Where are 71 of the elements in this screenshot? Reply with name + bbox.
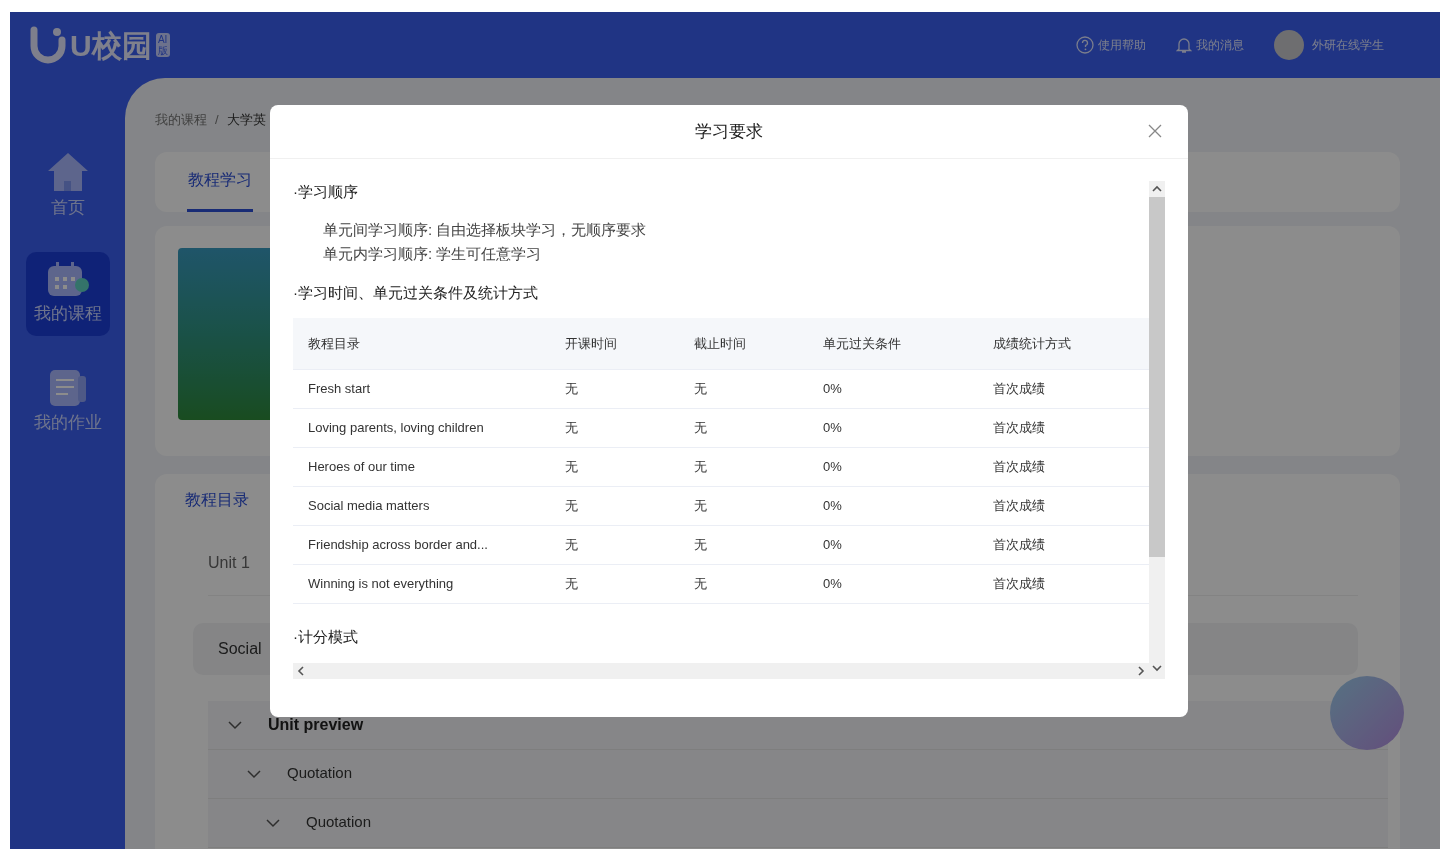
logo-text: U校园 xyxy=(70,27,152,64)
avatar[interactable] xyxy=(1274,30,1304,60)
sidebar-item[interactable]: 我的课程 xyxy=(25,252,110,336)
column-header: 成绩统计方式 xyxy=(993,334,1072,353)
table-cell-text: Fresh start xyxy=(308,380,372,399)
table-cell-text: 无 xyxy=(565,575,579,594)
section-heading: ·学习顺序 xyxy=(293,182,359,202)
table-cell-text: 0% xyxy=(823,419,843,438)
table-cell-text: 无 xyxy=(694,380,708,399)
requirement-text: 单元内学习顺序: 学生可任意学习 xyxy=(322,243,543,264)
chevron-down-icon[interactable] xyxy=(247,768,261,779)
table-cell-text: 无 xyxy=(565,458,579,477)
table-cell-text: 首次成绩 xyxy=(993,575,1046,594)
column-header: 截止时间 xyxy=(694,334,747,353)
tree-item[interactable]: Unit preview xyxy=(268,712,364,737)
breadcrumb-separator: / xyxy=(215,111,219,129)
chevron-down-icon[interactable] xyxy=(228,719,242,730)
table-cell-text: Winning is not everything xyxy=(308,575,455,594)
close-icon xyxy=(1148,124,1162,138)
table-cell-text: Loving parents, loving children xyxy=(308,419,485,438)
logo-icon xyxy=(30,26,66,64)
table-cell-text: 首次成绩 xyxy=(993,380,1046,399)
logo-badge: AI版 xyxy=(155,33,170,57)
table-cell-text: 无 xyxy=(565,380,579,399)
help-icon[interactable] xyxy=(1076,36,1094,54)
bell-icon[interactable] xyxy=(1176,36,1192,54)
column-header: 开课时间 xyxy=(565,334,618,353)
table-cell-text: 首次成绩 xyxy=(993,536,1046,555)
help-link[interactable]: 使用帮助 xyxy=(1098,36,1146,54)
table-cell-text: 首次成绩 xyxy=(993,458,1046,477)
dialog-title: 学习要求 xyxy=(695,120,763,143)
course-tab[interactable]: 教程学习 xyxy=(187,151,253,212)
breadcrumb-link[interactable]: 我的课程 xyxy=(155,110,207,130)
messages-link[interactable]: 我的消息 xyxy=(1196,36,1244,54)
tree-item[interactable]: Quotation xyxy=(287,762,353,785)
table-cell-text: 0% xyxy=(823,458,843,477)
breadcrumb-link[interactable]: 大学英 xyxy=(226,110,266,130)
table-cell-text: 无 xyxy=(565,497,579,516)
table-cell-text: 无 xyxy=(694,419,708,438)
document-icon xyxy=(47,368,88,409)
chevron-down-icon[interactable] xyxy=(266,817,280,828)
tree-item[interactable]: Quotation xyxy=(306,811,372,834)
section-heading: ·学习时间、单元过关条件及统计方式 xyxy=(293,282,539,303)
table-cell-text: 无 xyxy=(694,458,708,477)
horizontal-scrollbar[interactable] xyxy=(293,663,1149,679)
sidebar-item[interactable]: 我的作业 xyxy=(25,360,110,444)
table-cell-text: Heroes of our time xyxy=(308,458,416,477)
table-cell-text: 无 xyxy=(694,497,708,516)
table-cell-text: 首次成绩 xyxy=(993,497,1046,516)
catalog-title: 教程目录 xyxy=(185,489,249,510)
table-cell-text: 无 xyxy=(565,536,579,555)
sidebar-item[interactable]: 首页 xyxy=(25,144,110,228)
user-name[interactable]: 外研在线学生 xyxy=(1312,36,1384,54)
table-cell-text: 0% xyxy=(823,536,843,555)
table-cell-text: 无 xyxy=(565,419,579,438)
scrollbar-thumb[interactable] xyxy=(1149,197,1165,557)
table-cell-text: 首次成绩 xyxy=(993,419,1046,438)
table-cell-text: 0% xyxy=(823,575,843,594)
column-header: 教程目录 xyxy=(308,334,361,353)
table-cell-text: Friendship across border and... xyxy=(308,536,489,555)
table-cell-text: 0% xyxy=(823,497,843,516)
table-cell-text: 0% xyxy=(823,380,843,399)
table-cell-text: 无 xyxy=(694,536,708,555)
scroll-right-icon[interactable] xyxy=(1137,666,1145,676)
column-header: 单元过关条件 xyxy=(823,334,902,353)
requirement-text: 单元间学习顺序: 自由选择板块学习，无顺序要求 xyxy=(322,219,648,240)
scroll-left-icon[interactable] xyxy=(297,666,305,676)
table-cell-text: 无 xyxy=(694,575,708,594)
vertical-scrollbar[interactable] xyxy=(1149,181,1165,679)
section-heading: ·计分模式 xyxy=(293,627,359,647)
table-cell-text: Social media matters xyxy=(308,497,431,516)
